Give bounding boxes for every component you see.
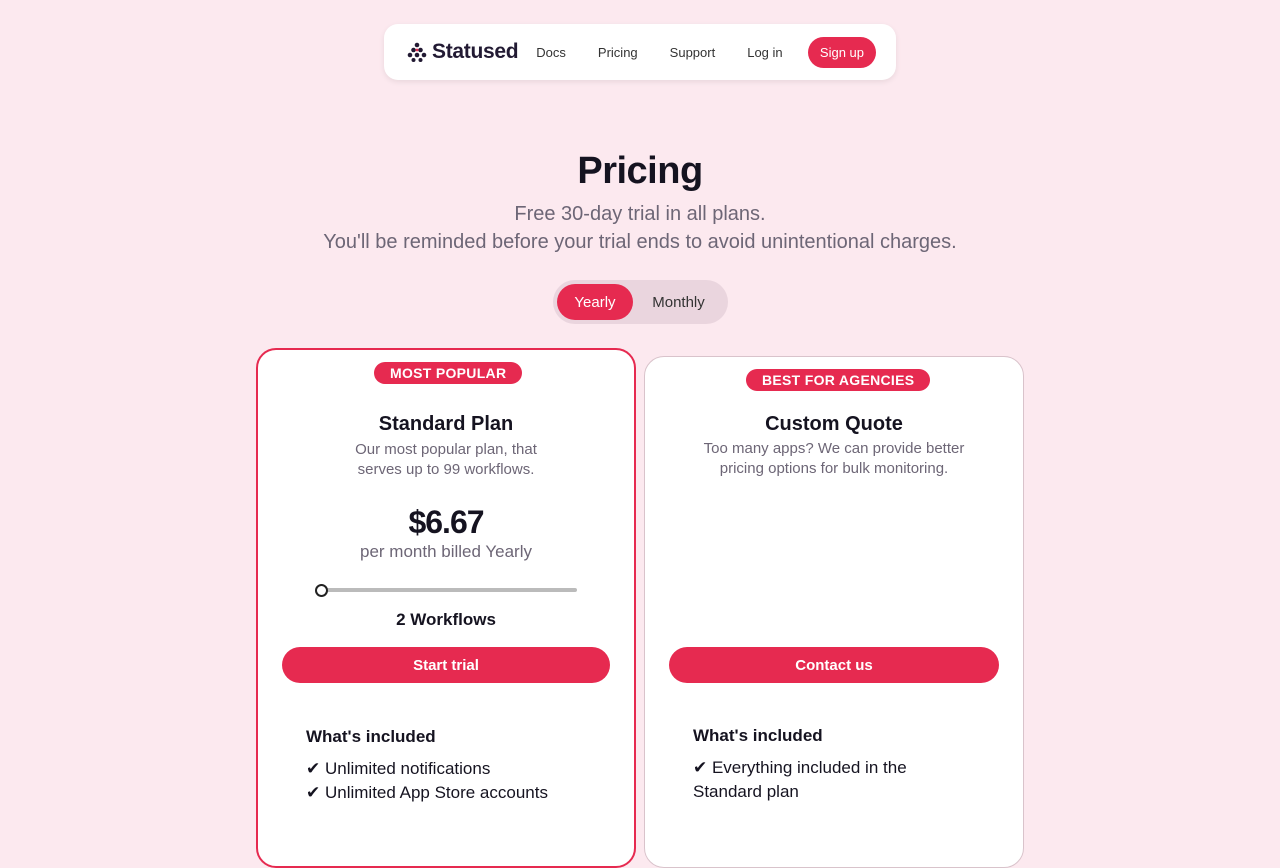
nav-link-login[interactable]: Log in [747, 45, 782, 60]
start-trial-button[interactable]: Start trial [282, 647, 610, 683]
page-subtitle: Free 30-day trial in all plans. You'll b… [0, 200, 1280, 256]
billing-toggle: Yearly Monthly [553, 280, 728, 324]
contact-us-button[interactable]: Contact us [669, 647, 999, 683]
subtitle-line-2: You'll be reminded before your trial end… [323, 231, 957, 253]
included-title: What's included [306, 727, 436, 746]
price-note: per month billed Yearly [359, 542, 532, 561]
most-popular-badge: MOST POPULAR [374, 362, 523, 384]
plan-price: $6.67 [408, 504, 484, 540]
plan-description: Too many apps? We can provide better pri… [703, 440, 965, 477]
workflow-slider-thumb[interactable] [315, 584, 328, 597]
feature-item: ✔ Unlimited notifications [306, 759, 491, 778]
nav-link-support[interactable]: Support [670, 45, 716, 60]
feature-item: ✔ Unlimited App Store accounts [306, 783, 548, 802]
toggle-monthly[interactable]: Monthly [633, 284, 724, 320]
nav-link-docs[interactable]: Docs [536, 45, 566, 60]
plan-card-standard: MOST POPULAR Standard Plan Our most popu… [256, 348, 636, 868]
subtitle-line-1: Free 30-day trial in all plans. [514, 203, 766, 225]
workflow-count: 2 Workflows [396, 610, 496, 629]
signup-button[interactable]: Sign up [807, 36, 876, 68]
feature-list: ✔ Unlimited notifications ✔ Unlimited Ap… [306, 757, 606, 805]
plan-description: Our most popular plan, that serves up to… [355, 441, 537, 478]
plan-title: Standard Plan [378, 413, 514, 435]
nav-link-pricing[interactable]: Pricing [598, 45, 638, 60]
page-title: Pricing [577, 150, 703, 192]
included-title: What's included [693, 726, 823, 745]
feature-list: ✔ Everything included in the Standard pl… [693, 756, 933, 804]
feature-item: ✔ Everything included in the Standard pl… [693, 758, 907, 801]
best-for-agencies-badge: BEST FOR AGENCIES [746, 369, 931, 391]
logo-icon [407, 42, 427, 62]
brand-name: Statused [432, 40, 519, 63]
top-nav: Statused Docs Pricing Support Log in Sig… [384, 24, 896, 80]
workflow-slider-track[interactable] [318, 588, 577, 592]
plan-card-custom: BEST FOR AGENCIES Custom Quote Too many … [644, 356, 1024, 868]
plan-title: Custom Quote [765, 413, 903, 435]
brand-logo[interactable]: Statused [406, 40, 519, 64]
toggle-yearly[interactable]: Yearly [557, 284, 633, 320]
